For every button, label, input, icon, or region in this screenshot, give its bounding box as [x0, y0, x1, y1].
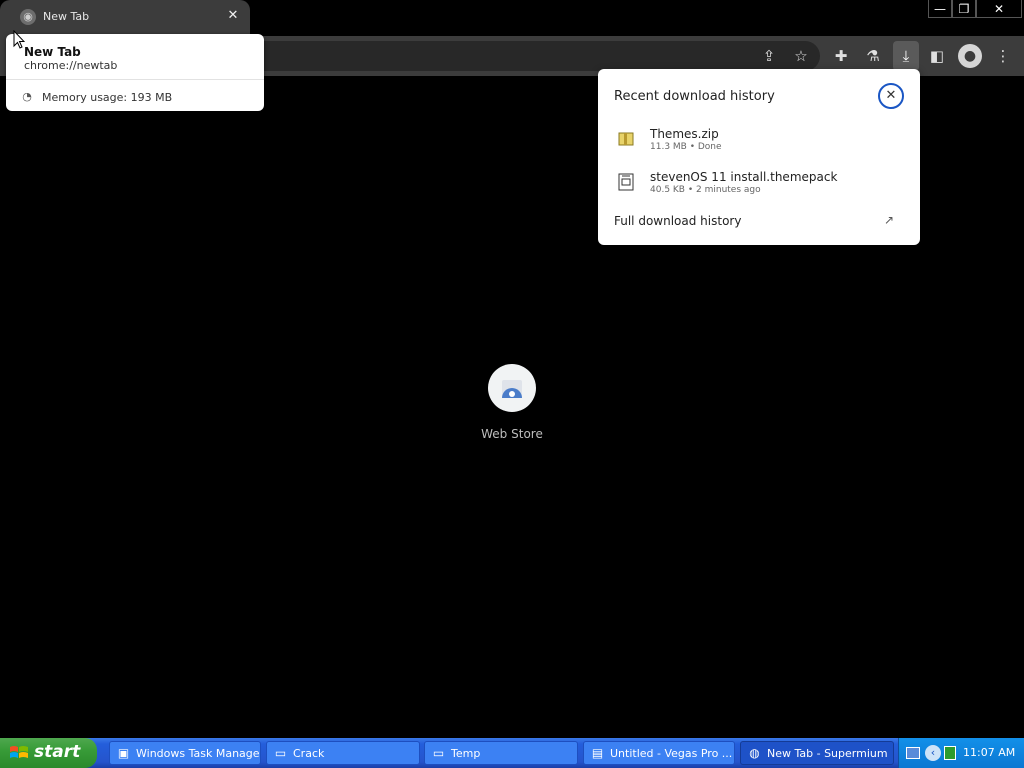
- folder-icon: ▭: [274, 746, 287, 760]
- tab-title: New Tab: [43, 10, 90, 23]
- folder-icon: ▭: [432, 746, 445, 760]
- clock: 11:07 AM: [963, 746, 1016, 759]
- profile-avatar-icon[interactable]: ●: [958, 44, 982, 68]
- tab-close-button[interactable]: ✕: [226, 8, 240, 24]
- system-tray: ‹ 11:07 AM: [898, 738, 1024, 768]
- kebab-menu-icon[interactable]: ⋮: [992, 45, 1014, 67]
- download-filename: stevenOS 11 install.themepack: [650, 170, 838, 184]
- task-manager-icon: ▣: [117, 746, 130, 760]
- minimize-button[interactable]: —: [928, 0, 952, 18]
- taskbar-item-supermium[interactable]: ◍ New Tab - Supermium: [740, 741, 894, 765]
- title-bar: ◉ New Tab ✕ — ❐ ✕: [0, 0, 1024, 36]
- keyboard-icon[interactable]: [906, 747, 920, 759]
- taskbar-item-vegas-pro[interactable]: ▤ Untitled - Vegas Pro ...: [583, 741, 735, 765]
- taskbar-item-label: Crack: [293, 747, 325, 760]
- share-icon[interactable]: ⇪: [758, 45, 780, 67]
- memory-usage: Memory usage: 193 MB: [42, 91, 173, 104]
- open-external-icon[interactable]: ↗: [884, 213, 894, 227]
- hover-card-url: chrome://newtab: [24, 59, 118, 72]
- close-icon[interactable]: ✕: [878, 83, 904, 109]
- start-label: start: [34, 742, 81, 762]
- download-filename: Themes.zip: [650, 127, 719, 141]
- labs-flask-icon[interactable]: ⚗: [862, 45, 884, 67]
- close-window-button[interactable]: ✕: [976, 0, 1022, 18]
- taskbar-item-task-manager[interactable]: ▣ Windows Task Manager: [109, 741, 261, 765]
- chevron-left-icon[interactable]: ‹: [925, 745, 941, 761]
- tray-app-icon[interactable]: [944, 746, 956, 760]
- supermium-icon: ◍: [749, 746, 760, 760]
- bookmark-star-icon[interactable]: ☆: [790, 45, 812, 67]
- download-item[interactable]: Themes.zip 11.3 MB • Done: [598, 124, 920, 164]
- zip-folder-icon: [618, 132, 634, 146]
- taskbar-item-temp[interactable]: ▭ Temp: [424, 741, 578, 765]
- download-bubble-title: Recent download history: [614, 89, 775, 104]
- side-panel-icon[interactable]: ◧: [926, 45, 948, 67]
- download-icon[interactable]: ⤓: [893, 41, 919, 71]
- gauge-icon: ◔: [22, 90, 32, 103]
- full-download-history-link[interactable]: Full download history: [614, 214, 741, 228]
- download-status: 11.3 MB • Done: [650, 142, 722, 152]
- download-bubble: Recent download history ✕ Themes.zip 11.…: [598, 69, 920, 245]
- globe-icon: ◉: [20, 9, 36, 25]
- windows-flag-icon: [10, 746, 28, 758]
- taskbar-item-label: Windows Task Manager: [136, 747, 261, 760]
- tab-new-tab[interactable]: ◉ New Tab ✕: [0, 0, 250, 36]
- divider: [6, 79, 264, 80]
- themepack-file-icon: [618, 173, 634, 191]
- address-bar[interactable]: [250, 41, 820, 71]
- taskbar: start ▣ Windows Task Manager ▭ Crack ▭ T…: [0, 738, 1024, 768]
- hover-card-title: New Tab: [24, 45, 81, 59]
- download-status: 40.5 KB • 2 minutes ago: [650, 185, 761, 195]
- mouse-cursor-icon: [13, 30, 25, 49]
- restore-button[interactable]: ❐: [952, 0, 976, 18]
- taskbar-item-label: Untitled - Vegas Pro ...: [610, 747, 733, 760]
- tab-hover-card: New Tab chrome://newtab ◔ Memory usage: …: [6, 34, 264, 111]
- shortcut-label: Web Store: [481, 427, 543, 441]
- web-store-icon: [488, 364, 536, 412]
- extensions-puzzle-icon[interactable]: ✚: [830, 45, 852, 67]
- taskbar-item-label: New Tab - Supermium: [767, 747, 888, 760]
- shortcut-web-store[interactable]: Web Store: [478, 364, 546, 448]
- taskbar-item-crack[interactable]: ▭ Crack: [266, 741, 420, 765]
- taskbar-item-label: Temp: [451, 747, 481, 760]
- start-button[interactable]: start: [0, 738, 97, 768]
- vegas-icon: ▤: [591, 746, 604, 760]
- download-item[interactable]: stevenOS 11 install.themepack 40.5 KB • …: [598, 167, 920, 207]
